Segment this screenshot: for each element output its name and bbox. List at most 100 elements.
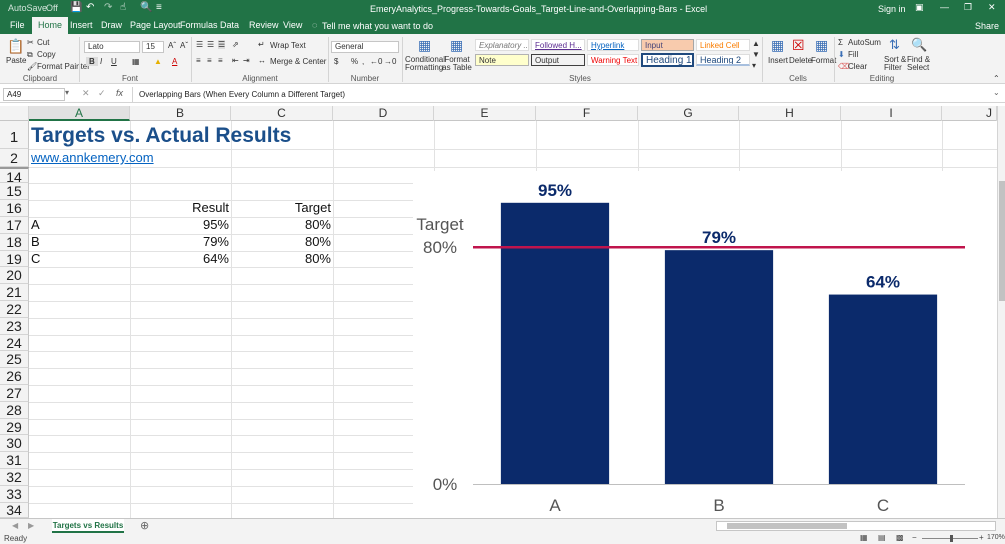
row-header-21[interactable]: 21 [0,284,29,301]
column-header-c[interactable]: C [231,106,333,121]
save-icon[interactable]: 💾 [70,2,82,13]
row-header-29[interactable]: 29 [0,419,29,435]
column-header-j[interactable]: J [942,106,997,121]
row-header-24[interactable]: 24 [0,335,29,351]
style-output[interactable]: Output [531,54,585,66]
horizontal-scroll-thumb[interactable] [727,523,847,529]
sort-filter-button[interactable]: Sort & Filter [884,56,908,72]
target-value[interactable]: 80% [231,217,331,232]
fill-button[interactable]: Fill [848,50,858,59]
format-as-table-icon[interactable]: ▦ [450,37,463,54]
autosum-icon[interactable]: Σ [838,38,843,47]
insert-function-icon[interactable]: fx [116,88,123,98]
target-value[interactable]: 80% [231,251,331,266]
align-center-icon[interactable]: ≡ [207,56,212,65]
zoom-level[interactable]: 170% [987,534,1005,541]
row-header-27[interactable]: 27 [0,385,29,402]
row-header-1[interactable]: 1 [0,121,29,149]
tab-insert[interactable]: Insert [64,17,99,34]
copy-button[interactable]: Copy [37,50,56,59]
row-label[interactable]: B [31,234,40,249]
row-label[interactable]: C [31,251,40,266]
wrap-text-button[interactable]: Wrap Text [270,41,306,50]
underline-icon[interactable]: U [111,57,117,66]
row-header-17[interactable]: 17 [0,217,29,234]
percent-icon[interactable]: % [351,57,358,66]
row-header-15[interactable]: 15 [0,183,29,200]
row-header-26[interactable]: 26 [0,368,29,385]
minimize-icon[interactable]: — [940,2,949,12]
collapse-ribbon-icon[interactable]: ⌃ [993,74,1000,83]
target-value[interactable]: 80% [231,234,331,249]
row-header-32[interactable]: 32 [0,469,29,486]
merge-icon[interactable]: ↔ [258,56,266,65]
row-header-25[interactable]: 25 [0,351,29,368]
column-header-f[interactable]: F [536,106,638,121]
column-header-g[interactable]: G [638,106,739,121]
increase-decimal-icon[interactable]: ←0 [370,57,382,66]
style-note[interactable]: Note [475,54,529,66]
bold-icon[interactable]: B [86,57,98,66]
page-break-view-icon[interactable]: ▩ [896,533,904,542]
font-color-icon[interactable]: A [172,57,177,66]
style-warning-text[interactable]: Warning Text [587,54,639,66]
close-icon[interactable]: ✕ [988,2,996,13]
result-value[interactable]: 64% [130,251,229,266]
increase-font-icon[interactable]: Aˆ [168,41,176,50]
bar-b[interactable] [664,250,774,484]
share-button[interactable]: Share [975,21,999,31]
align-top-icon[interactable]: ☰ [196,40,203,49]
format-painter-button[interactable]: Format Painter [37,62,90,71]
touch-mode-icon[interactable]: ☝ [120,2,126,13]
row-header-20[interactable]: 20 [0,267,29,284]
column-header-h[interactable]: H [739,106,841,121]
paste-button[interactable]: Paste [6,56,26,65]
column-header-b[interactable]: B [130,106,231,121]
customize-qat-icon[interactable]: ≡ [156,2,162,13]
bar-c[interactable] [828,294,938,484]
currency-icon[interactable]: $ [334,57,338,66]
copy-icon[interactable]: ⧉ [27,50,33,60]
row-header-31[interactable]: 31 [0,452,29,469]
align-bottom-icon[interactable]: ☰ [218,40,226,49]
sheet-tab-targets-vs-results[interactable]: Targets vs Results [52,519,124,533]
worksheet-grid[interactable]: 1 2 14 15 16 17 18 19 20 21 22 23 24 25 … [0,121,997,518]
sort-filter-icon[interactable]: ⇅ [889,37,900,53]
row-header-34[interactable]: 34 [0,503,29,518]
tab-data[interactable]: Data [214,17,245,34]
cut-icon[interactable]: ✂ [27,38,34,47]
orientation-icon[interactable]: ⇗ [232,40,239,49]
new-sheet-icon[interactable]: ⊕ [140,519,149,532]
bar-a[interactable] [500,202,610,485]
enter-formula-icon[interactable]: ✓ [98,88,106,99]
row-header-2[interactable]: 2 [0,149,29,167]
wrap-text-icon[interactable]: ↵ [258,40,265,49]
row-header-22[interactable]: 22 [0,301,29,318]
column-header-e[interactable]: E [434,106,536,121]
conditional-formatting-button[interactable]: Conditional Formatting [405,56,445,72]
decrease-decimal-icon[interactable]: →0 [384,57,396,66]
autosum-button[interactable]: AutoSum [848,38,881,47]
row-header-16[interactable]: 16 [0,200,29,217]
header-target[interactable]: Target [231,200,331,215]
tab-home[interactable]: Home [32,17,69,34]
sign-in-link[interactable]: Sign in [878,4,906,14]
zoom-in-icon[interactable]: + [979,533,984,542]
style-input[interactable]: Input [641,39,694,51]
print-preview-icon[interactable]: 🔍 [140,2,152,13]
style-hyperlink[interactable]: Hyperlink [587,39,639,51]
normal-view-icon[interactable]: ▦ [860,533,868,542]
insert-cells-icon[interactable]: ▦ [771,37,784,54]
formula-input[interactable]: Overlapping Bars (When Every Column a Di… [132,87,998,102]
row-header-19[interactable]: 19 [0,251,29,267]
vertical-scrollbar[interactable] [997,106,1005,518]
ribbon-display-icon[interactable]: ▣ [915,2,924,13]
insert-cells-button[interactable]: Insert [768,56,788,65]
find-select-icon[interactable]: 🔍 [911,37,927,53]
font-size-select[interactable]: 15 [142,41,164,53]
bar-chart[interactable]: 95% A 79% B 64% C Target 80% 0% [413,172,997,518]
autosave-label[interactable]: AutoSave [8,3,47,13]
name-box[interactable]: A49 [3,88,65,101]
column-header-i[interactable]: I [841,106,942,121]
style-linked-cell[interactable]: Linked Cell [696,39,750,51]
